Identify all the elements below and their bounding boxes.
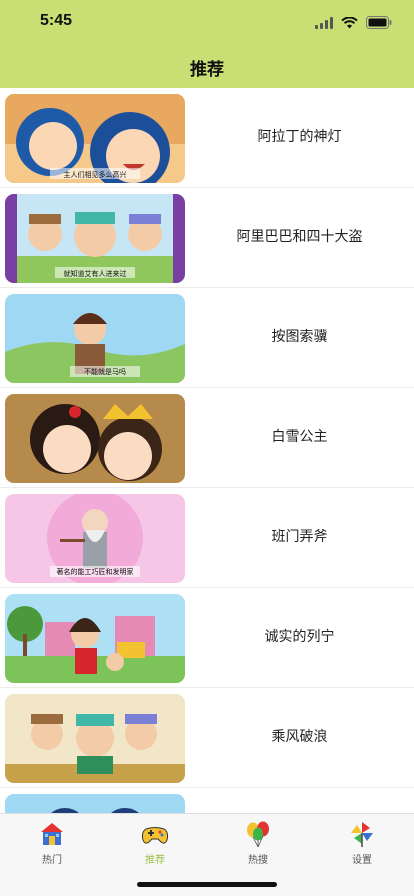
story-thumbnail (5, 694, 185, 783)
story-thumbnail (5, 594, 185, 683)
story-row[interactable] (0, 788, 414, 813)
page-title: 推荐 (190, 60, 224, 80)
balloons-icon (218, 820, 298, 848)
story-row[interactable]: 白雪公主 (0, 388, 414, 488)
story-caption: 不能就是马吗 (84, 367, 126, 376)
story-row[interactable]: 就知道艾有人进来过 阿里巴巴和四十大盗 (0, 188, 414, 288)
story-thumbnail: 不能就是马吗 (5, 294, 185, 383)
story-title: 阿里巴巴和四十大盗 (236, 229, 363, 245)
tab-hot[interactable]: 热门 (12, 820, 92, 870)
tab-recommend[interactable]: 推荐 (115, 820, 195, 870)
story-title: 阿拉丁的神灯 (257, 129, 342, 145)
wifi-icon (341, 14, 358, 33)
story-caption: 就知道艾有人进来过 (64, 269, 127, 278)
tab-label: 热搜 (248, 855, 268, 866)
gamepad-icon (115, 820, 195, 848)
nav-header: 5:45 推荐 (0, 0, 414, 88)
tab-label: 推荐 (145, 855, 165, 866)
tab-settings[interactable]: 设置 (322, 820, 402, 870)
story-thumbnail: 主人们相见多么高兴 (5, 94, 185, 183)
story-thumbnail (5, 394, 185, 483)
tab-label: 设置 (352, 855, 372, 866)
story-caption: 著名的能工巧匠和发明家 (57, 567, 134, 576)
story-title: 诚实的列宁 (264, 629, 335, 645)
story-title: 白雪公主 (271, 429, 328, 445)
story-list[interactable]: 主人们相见多么高兴 阿拉丁的神灯 就知道艾有人进来过 阿里巴巴和四十大盗 不能就… (0, 88, 414, 813)
battery-icon (366, 14, 392, 33)
story-row[interactable]: 著名的能工巧匠和发明家 班门弄斧 (0, 488, 414, 588)
story-row[interactable]: 不能就是马吗 按图索骥 (0, 288, 414, 388)
status-time: 5:45 (40, 12, 73, 29)
story-thumbnail: 就知道艾有人进来过 (5, 194, 185, 283)
story-row[interactable]: 乘风破浪 (0, 688, 414, 788)
home-indicator (137, 882, 277, 887)
tab-trending[interactable]: 热搜 (218, 820, 298, 870)
story-thumbnail (5, 794, 185, 813)
story-row[interactable]: 主人们相见多么高兴 阿拉丁的神灯 (0, 88, 414, 188)
pinwheel-icon (322, 820, 402, 848)
story-title: 乘风破浪 (271, 729, 328, 745)
story-row[interactable]: 诚实的列宁 (0, 588, 414, 688)
status-bar: 5:45 (0, 0, 414, 44)
house-icon (12, 820, 92, 848)
signal-icon (315, 14, 333, 33)
story-title: 班门弄斧 (271, 529, 328, 545)
story-thumbnail: 著名的能工巧匠和发明家 (5, 494, 185, 583)
story-caption: 主人们相见多么高兴 (64, 170, 127, 179)
story-title: 按图索骥 (271, 329, 328, 345)
tab-label: 热门 (42, 855, 62, 866)
